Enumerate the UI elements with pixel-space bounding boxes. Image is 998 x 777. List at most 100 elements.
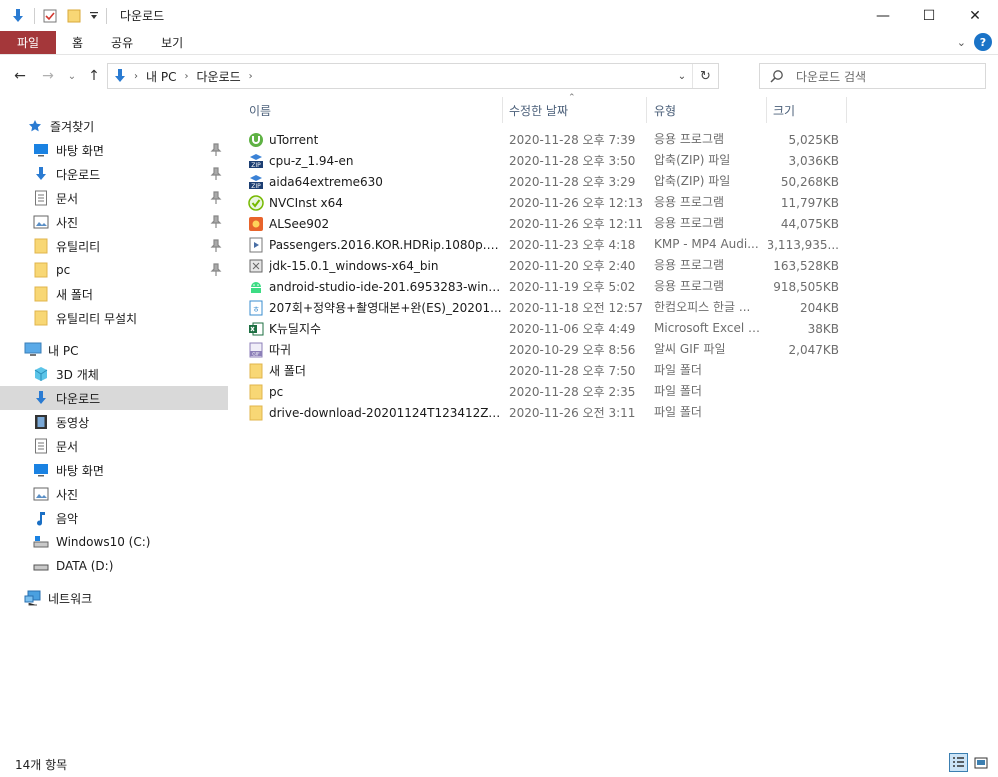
file-row[interactable]: ㅎ 207회+정약용+촬영대본+완(ES)_20201... 2020-11-1… — [244, 297, 848, 318]
help-button[interactable]: ? — [974, 33, 992, 51]
column-header-name[interactable]: 이름 — [249, 97, 499, 123]
file-name-cell[interactable]: K뉴딜지수 — [248, 318, 502, 339]
sidebar-item-3d-objects[interactable]: 3D 개체 — [0, 362, 228, 386]
pin-icon[interactable] — [210, 191, 222, 205]
sidebar-item-drive-c[interactable]: Windows10 (C:) — [0, 530, 228, 554]
file-row[interactable]: 새 폴더 2020-11-28 오후 7:50 파일 폴더 — [244, 360, 848, 381]
sidebar-item-videos[interactable]: 동영상 — [0, 410, 228, 434]
tab-view[interactable]: 보기 — [147, 31, 197, 54]
search-input[interactable]: 다운로드 검색 — [796, 68, 866, 85]
address-history-dropdown[interactable]: ⌄ — [672, 64, 692, 88]
pin-icon[interactable] — [210, 143, 222, 157]
ribbon-tabs: 파일 홈 공유 보기 ⌄ ? — [0, 31, 998, 55]
alsee-icon — [248, 216, 264, 232]
file-name-cell[interactable]: android-studio-ide-201.6953283-windo... — [248, 276, 502, 297]
tab-home[interactable]: 홈 — [56, 31, 97, 54]
up-button[interactable]: ↑ — [82, 64, 106, 88]
pin-icon[interactable] — [210, 263, 222, 277]
pin-icon[interactable] — [210, 239, 222, 253]
sidebar-item-music[interactable]: 음악 — [0, 506, 228, 530]
sidebar-item-utility-portable[interactable]: 유틸리티 무설치 — [0, 306, 228, 330]
sidebar-item-documents[interactable]: 문서 — [0, 434, 228, 458]
chevron-right-icon[interactable]: › — [249, 71, 253, 82]
address-bar[interactable]: › 내 PC › 다운로드 › ⌄ ↻ — [107, 63, 719, 89]
file-row[interactable]: ALSee902 2020-11-26 오후 12:11 응용 프로그램 44,… — [244, 213, 848, 234]
column-divider[interactable] — [646, 97, 647, 123]
file-size: 3,036KB — [788, 153, 839, 168]
file-type: 응용 프로그램 — [654, 258, 725, 272]
close-button[interactable]: ✕ — [952, 0, 998, 31]
refresh-button[interactable]: ↻ — [692, 64, 718, 88]
pin-icon[interactable] — [210, 167, 222, 181]
sidebar-item-quick-access[interactable]: 즐겨찾기 — [0, 114, 228, 138]
column-divider[interactable] — [766, 97, 767, 123]
download-arrow-icon — [32, 166, 50, 182]
column-header-size[interactable]: 크기 — [773, 97, 843, 123]
minimize-button[interactable]: — — [860, 0, 906, 31]
file-name-cell[interactable]: GIF 따귀 — [248, 339, 502, 360]
sidebar-item-downloads[interactable]: 다운로드 — [0, 386, 228, 410]
file-row[interactable]: ZIP aida64extreme630 2020-11-28 오후 3:29 … — [244, 171, 848, 192]
sidebar-item-pc-folder-pinned[interactable]: pc — [0, 258, 228, 282]
back-button[interactable]: ← — [8, 64, 32, 88]
pin-icon[interactable] — [210, 215, 222, 229]
file-row[interactable]: jdk-15.0.1_windows-x64_bin 2020-11-20 오후… — [244, 255, 848, 276]
column-header-type[interactable]: 유형 — [654, 97, 764, 123]
sidebar-item-new-folder[interactable]: 새 폴더 — [0, 282, 228, 306]
search-box[interactable]: 다운로드 검색 — [759, 63, 986, 89]
file-name-cell[interactable]: pc — [248, 381, 502, 402]
star-icon — [26, 118, 44, 134]
file-name-cell[interactable]: jdk-15.0.1_windows-x64_bin — [248, 255, 502, 276]
chevron-right-icon[interactable]: › — [184, 71, 188, 82]
sidebar-item-desktop[interactable]: 바탕 화면 — [0, 458, 228, 482]
properties-icon[interactable] — [40, 5, 60, 27]
file-name-cell[interactable]: Passengers.2016.KOR.HDRip.1080p.H26... — [248, 234, 502, 255]
desktop-icon — [32, 462, 50, 478]
sidebar-item-network[interactable]: 네트워크 — [0, 586, 228, 610]
expand-ribbon-icon[interactable]: ⌄ — [957, 36, 966, 49]
sidebar-item-documents-pinned[interactable]: 문서 — [0, 186, 228, 210]
sidebar-item-utility-pinned[interactable]: 유틸리티 — [0, 234, 228, 258]
file-name-cell[interactable]: ALSee902 — [248, 213, 502, 234]
sidebar-item-desktop-pinned[interactable]: 바탕 화면 — [0, 138, 228, 162]
file-type: 파일 폴더 — [654, 363, 702, 377]
sidebar-item-this-pc[interactable]: 내 PC — [0, 338, 228, 362]
computer-icon — [24, 342, 42, 358]
new-folder-icon[interactable] — [64, 5, 84, 27]
maximize-button[interactable]: ☐ — [906, 0, 952, 31]
file-name-cell[interactable]: ZIP aida64extreme630 — [248, 171, 502, 192]
file-row[interactable]: pc 2020-11-28 오후 2:35 파일 폴더 — [244, 381, 848, 402]
file-name-cell[interactable]: NVCInst x64 — [248, 192, 502, 213]
sidebar-item-downloads-pinned[interactable]: 다운로드 — [0, 162, 228, 186]
column-divider[interactable] — [846, 97, 847, 123]
breadcrumb-this-pc[interactable]: 내 PC — [146, 68, 176, 85]
file-name-cell[interactable]: ㅎ 207회+정약용+촬영대본+완(ES)_20201... — [248, 297, 502, 318]
file-row[interactable]: Passengers.2016.KOR.HDRip.1080p.H26... 2… — [244, 234, 848, 255]
column-header-date[interactable]: 수정한 날짜 — [509, 97, 644, 123]
file-name-cell[interactable]: 새 폴더 — [248, 360, 502, 381]
file-name-cell[interactable]: ZIP cpu-z_1.94-en — [248, 150, 502, 171]
details-view-button[interactable] — [949, 753, 968, 772]
sidebar-item-pictures[interactable]: 사진 — [0, 482, 228, 506]
customize-toolbar-icon[interactable] — [88, 5, 100, 27]
file-date: 2020-11-20 오후 2:40 — [509, 259, 636, 273]
sidebar-item-drive-d[interactable]: DATA (D:) — [0, 554, 228, 578]
file-date: 2020-11-06 오후 4:49 — [509, 322, 636, 336]
large-icons-view-button[interactable] — [971, 753, 990, 772]
file-row[interactable]: K뉴딜지수 2020-11-06 오후 4:49 Microsoft Excel… — [244, 318, 848, 339]
file-row[interactable]: GIF 따귀 2020-10-29 오후 8:56 알씨 GIF 파일 2,04… — [244, 339, 848, 360]
file-row[interactable]: uTorrent 2020-11-28 오후 7:39 응용 프로그램 5,02… — [244, 129, 848, 150]
file-row[interactable]: NVCInst x64 2020-11-26 오후 12:13 응용 프로그램 … — [244, 192, 848, 213]
recent-locations-button[interactable]: ⌄ — [60, 64, 84, 88]
file-row[interactable]: ZIP cpu-z_1.94-en 2020-11-28 오후 3:50 압축(… — [244, 150, 848, 171]
breadcrumb-downloads[interactable]: 다운로드 — [196, 68, 240, 85]
tab-share[interactable]: 공유 — [97, 31, 147, 54]
file-row[interactable]: drive-download-20201124T123412Z-001 2020… — [244, 402, 848, 423]
file-name-cell[interactable]: uTorrent — [248, 129, 502, 150]
column-divider[interactable] — [502, 97, 503, 123]
file-name-cell[interactable]: drive-download-20201124T123412Z-001 — [248, 402, 502, 423]
tab-file[interactable]: 파일 — [0, 31, 56, 54]
forward-button[interactable]: → — [36, 64, 60, 88]
file-row[interactable]: android-studio-ide-201.6953283-windo... … — [244, 276, 848, 297]
sidebar-item-pictures-pinned[interactable]: 사진 — [0, 210, 228, 234]
